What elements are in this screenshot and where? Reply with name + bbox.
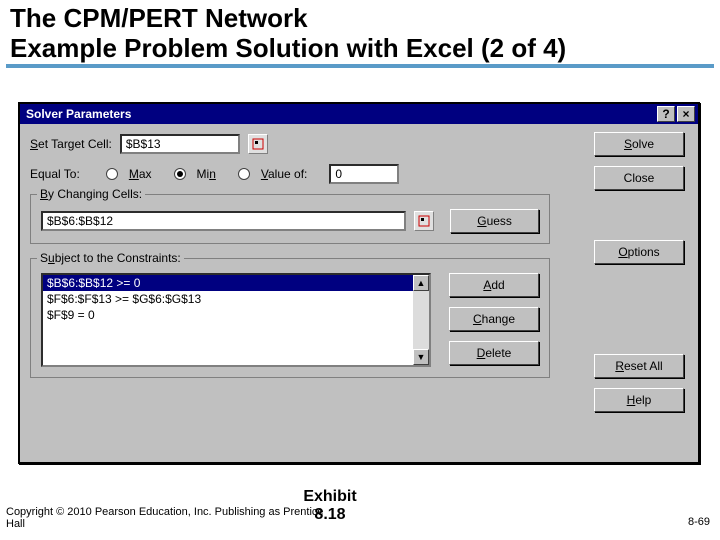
- copyright: Copyright © 2010 Pearson Education, Inc.…: [6, 506, 326, 530]
- scroll-down-icon[interactable]: ▼: [413, 349, 429, 365]
- ref-picker-icon[interactable]: [248, 134, 268, 154]
- scrollbar[interactable]: ▲ ▼: [413, 275, 429, 365]
- page-number: 8-69: [688, 516, 710, 528]
- radio-value-of[interactable]: [238, 168, 250, 180]
- add-button[interactable]: Add: [449, 273, 539, 297]
- target-cell-input[interactable]: [120, 134, 240, 154]
- ref-picker-icon[interactable]: [414, 211, 434, 231]
- list-item[interactable]: $F$9 = 0: [43, 307, 429, 323]
- constraints-listbox[interactable]: $B$6:$B$12 >= 0 $F$6:$F$13 >= $G$6:$G$13…: [41, 273, 431, 367]
- constraints-group: Subject to the Constraints: $B$6:$B$12 >…: [30, 258, 550, 378]
- options-button[interactable]: Options: [594, 240, 684, 264]
- close-button[interactable]: Close: [594, 166, 684, 190]
- changing-cells-input[interactable]: [41, 211, 406, 231]
- slide-title: The CPM/PERT Network Example Problem Sol…: [0, 0, 720, 64]
- close-icon[interactable]: ×: [677, 106, 695, 122]
- scroll-up-icon[interactable]: ▲: [413, 275, 429, 291]
- radio-max[interactable]: [106, 168, 118, 180]
- changing-cells-group: By Changing Cells: Guess: [30, 194, 550, 244]
- value-of-input[interactable]: [329, 164, 399, 184]
- list-item[interactable]: $F$6:$F$13 >= $G$6:$G$13: [43, 291, 429, 307]
- radio-value-of-label: Value of:: [261, 167, 308, 181]
- solver-dialog: Solver Parameters ? × Set Target Cell: E…: [18, 102, 700, 464]
- guess-button[interactable]: Guess: [450, 209, 539, 233]
- radio-min[interactable]: [174, 168, 186, 180]
- dialog-title: Solver Parameters: [26, 107, 657, 121]
- titlebar: Solver Parameters ? ×: [20, 104, 698, 124]
- change-button[interactable]: Change: [449, 307, 539, 331]
- set-target-label: Set Target Cell:: [30, 137, 112, 151]
- reset-all-button[interactable]: Reset All: [594, 354, 684, 378]
- list-item[interactable]: $B$6:$B$12 >= 0: [43, 275, 429, 291]
- help-button[interactable]: Help: [594, 388, 684, 412]
- delete-button[interactable]: Delete: [449, 341, 539, 365]
- radio-min-label: Min: [197, 167, 216, 181]
- solve-button[interactable]: Solve: [594, 132, 684, 156]
- title-rule: [6, 64, 714, 68]
- help-icon[interactable]: ?: [657, 106, 675, 122]
- constraints-label: Subject to the Constraints:: [37, 251, 184, 265]
- changing-cells-label: By Changing Cells:: [37, 187, 145, 201]
- equal-to-label: Equal To:: [30, 167, 80, 181]
- radio-max-label: Max: [129, 167, 152, 181]
